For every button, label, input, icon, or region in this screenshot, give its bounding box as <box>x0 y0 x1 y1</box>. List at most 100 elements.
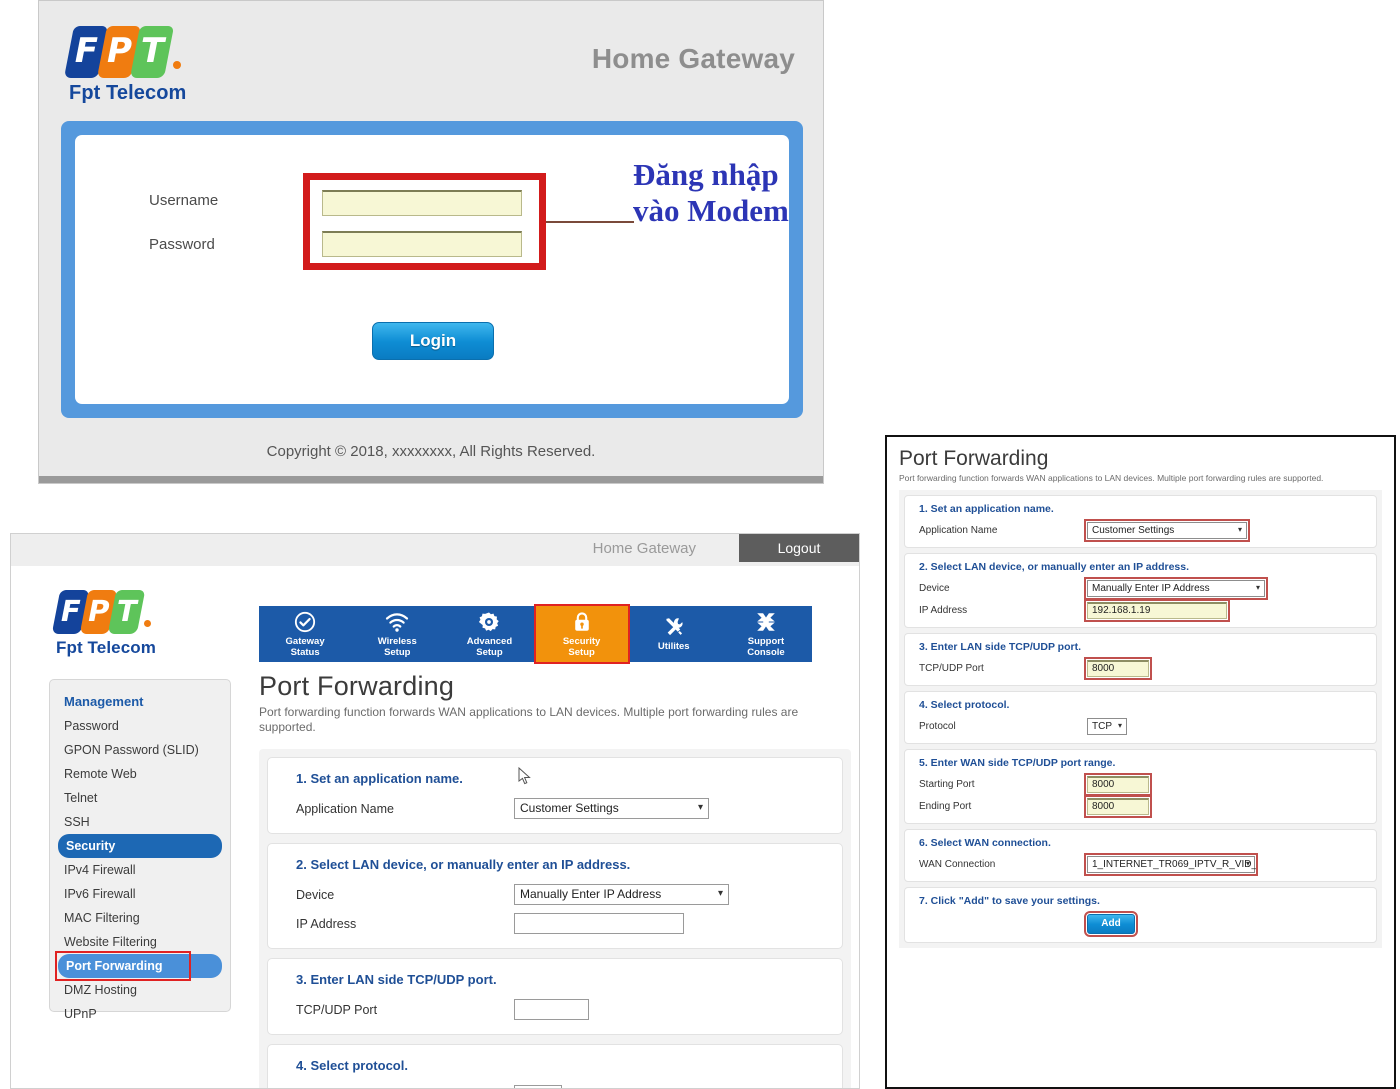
login-header: F P T Fpt Telecom Home Gateway <box>39 1 823 119</box>
form-row: Protocol TCP <box>919 718 1376 735</box>
page-title: Home Gateway <box>591 43 795 74</box>
protocol-select[interactable]: TCP <box>514 1085 562 1088</box>
form-sections: 1. Set an application name. Application N… <box>259 749 851 1088</box>
field-label: IP Address <box>296 916 357 931</box>
page-title: Port Forwarding <box>259 671 455 701</box>
sidebar-item-remote-web[interactable]: Remote Web <box>50 762 230 786</box>
form-section: 4. Select protocol. ProtocolTCP <box>267 1044 843 1088</box>
sidebar-menu: Management Password GPON Password (SLID) Re… <box>49 679 231 1021</box>
login-button[interactable]: Login <box>372 322 494 360</box>
login-screen: F P T Fpt Telecom Home Gateway Username … <box>38 0 824 484</box>
form-row: Device Manually Enter IP Address <box>296 884 842 905</box>
field-label: TCP/UDP Port <box>919 663 984 674</box>
callout-leader-line <box>546 221 634 223</box>
footer-bar <box>39 476 823 483</box>
sidebar-item-ssh[interactable]: SSH <box>50 810 230 834</box>
application-name-select[interactable]: Customer Settings <box>514 798 709 819</box>
nav-item-advanced[interactable]: Advanced Setup <box>443 606 535 662</box>
ending-port-input[interactable]: 8000 <box>1084 795 1152 818</box>
field-label: Device <box>919 583 950 594</box>
fpt-logo-mark: F P T <box>51 590 151 634</box>
admin-body: F P T Fpt Telecom Gateway Status Wireless S… <box>11 566 859 1088</box>
nav-item-label: Advanced <box>466 635 513 647</box>
screenshot-stage: F P T Fpt Telecom Home Gateway Username … <box>0 0 1400 1089</box>
protocol-select[interactable]: TCP <box>1087 718 1127 735</box>
sidebar-item-ipv4-firewall[interactable]: IPv4 Firewall <box>50 858 230 882</box>
nav-item-utilites[interactable]: Utilites <box>628 606 720 662</box>
page-description: Port forwarding function forwards WAN ap… <box>259 705 799 734</box>
form-row: Device Manually Enter IP Address <box>919 577 1376 600</box>
sidebar-item-password[interactable]: Password <box>50 714 230 738</box>
section-title: 1. Set an application name. <box>919 503 1054 515</box>
field-label: WAN Connection <box>919 859 996 870</box>
form-row: Application Name Customer Settings <box>296 798 842 819</box>
form-row: WAN Connection 1_INTERNET_TR069_IPTV_R_VI… <box>919 853 1376 876</box>
support-icon <box>754 611 778 633</box>
nav-item-support[interactable]: Support Console <box>720 606 812 662</box>
login-card: Username Password Đăng nhập vào Modem Lo… <box>75 135 789 404</box>
nav-item-label-2: Console <box>747 646 785 658</box>
field-label: TCP/UDP Port <box>296 1002 378 1017</box>
form-row: Ending Port 8000 <box>919 795 1376 818</box>
section-title: 2. Select LAN device, or manually enter … <box>919 561 1190 573</box>
copyright-text: Copyright © 2018, xxxxxxxx, All Rights R… <box>266 443 596 460</box>
sidebar-item-gpon-password-slid[interactable]: GPON Password (SLID) <box>50 738 230 762</box>
section-title: 7. Click "Add" to save your settings. <box>919 895 1100 907</box>
username-input[interactable] <box>322 190 522 216</box>
field-label: Starting Port <box>919 779 975 790</box>
wan-connection-select[interactable]: 1_INTERNET_TR069_IPTV_R_VID_ <box>1084 853 1258 876</box>
field-label: Application Name <box>296 801 394 816</box>
nav-item-label-2: Setup <box>568 646 595 658</box>
check-circle-icon <box>293 611 317 633</box>
form-section: 2. Select LAN device, or manually enter … <box>267 843 843 949</box>
form-section: 2. Select LAN device, or manually enter … <box>904 553 1377 628</box>
nav-item-wireless[interactable]: Wireless Setup <box>351 606 443 662</box>
device-select[interactable]: Manually Enter IP Address <box>1084 577 1268 600</box>
logout-button[interactable]: Logout <box>739 534 859 562</box>
nav-item-gateway[interactable]: Gateway Status <box>259 606 351 662</box>
nav-item-label: Wireless <box>377 635 417 647</box>
section-title: 6. Select WAN connection. <box>919 837 1051 849</box>
nav-item-security[interactable]: Security Setup <box>533 604 630 664</box>
password-input[interactable] <box>322 231 522 257</box>
ip-address-input[interactable]: 192.168.1.19 <box>1084 599 1230 622</box>
sidebar-item-telnet[interactable]: Telnet <box>50 786 230 810</box>
registered-mark-icon <box>173 61 181 69</box>
tcp-udp-port-input[interactable]: 8000 <box>1084 657 1152 680</box>
fpt-logo-mark: F P T <box>63 26 181 78</box>
section-title: 5. Enter WAN side TCP/UDP port range. <box>919 757 1116 769</box>
form-row: TCP/UDP Port 8000 <box>919 657 1376 680</box>
admin-topbar: Home Gateway Logout <box>11 534 859 566</box>
nav-item-label-2: Setup <box>384 646 411 658</box>
nav-item-label: Gateway <box>285 635 325 647</box>
application-name-select[interactable]: Customer Settings <box>1084 519 1250 542</box>
starting-port-input[interactable]: 8000 <box>1084 773 1152 796</box>
sidebar-item-mac-filtering[interactable]: MAC Filtering <box>50 906 230 930</box>
device-select[interactable]: Manually Enter IP Address <box>514 884 729 905</box>
tools-icon <box>662 616 686 638</box>
callout-annotation: Đăng nhập vào Modem <box>633 157 789 228</box>
page-title: Port Forwarding <box>899 447 1049 470</box>
sidebar-item-security[interactable]: Security <box>58 834 222 858</box>
sidebar-item-dmz-hosting[interactable]: DMZ Hosting <box>50 978 230 1002</box>
lock-icon <box>570 611 594 633</box>
tcp-udp-port-input[interactable] <box>514 999 589 1020</box>
form-row: TCP/UDP Port <box>296 999 842 1020</box>
form-row: Add <box>919 911 1376 937</box>
field-label: Protocol <box>919 721 956 732</box>
sidebar-item-upnp[interactable]: UPnP <box>50 1002 230 1026</box>
password-label: Password <box>149 236 215 253</box>
section-title: 4. Select protocol. <box>296 1058 408 1073</box>
form-section: 3. Enter LAN side TCP/UDP port. TCP/UDP P… <box>267 958 843 1035</box>
sidebar-item-port-forwarding[interactable]: Port Forwarding <box>55 951 222 981</box>
add-button[interactable]: Add <box>1084 911 1138 937</box>
wifi-icon <box>385 611 409 633</box>
sidebar-item-ipv6-firewall[interactable]: IPv6 Firewall <box>50 882 230 906</box>
main-navigation: Gateway Status Wireless Setup Advanced Setup S… <box>259 604 812 664</box>
form-row: Starting Port 8000 <box>919 773 1376 796</box>
form-section: 5. Enter WAN side TCP/UDP port range. Sta… <box>904 749 1377 824</box>
section-title: 1. Set an application name. <box>296 767 842 786</box>
form-row: Application Name Customer Settings <box>919 519 1376 542</box>
ip-address-input[interactable] <box>514 913 684 934</box>
nav-item-label: Utilites <box>657 641 690 652</box>
